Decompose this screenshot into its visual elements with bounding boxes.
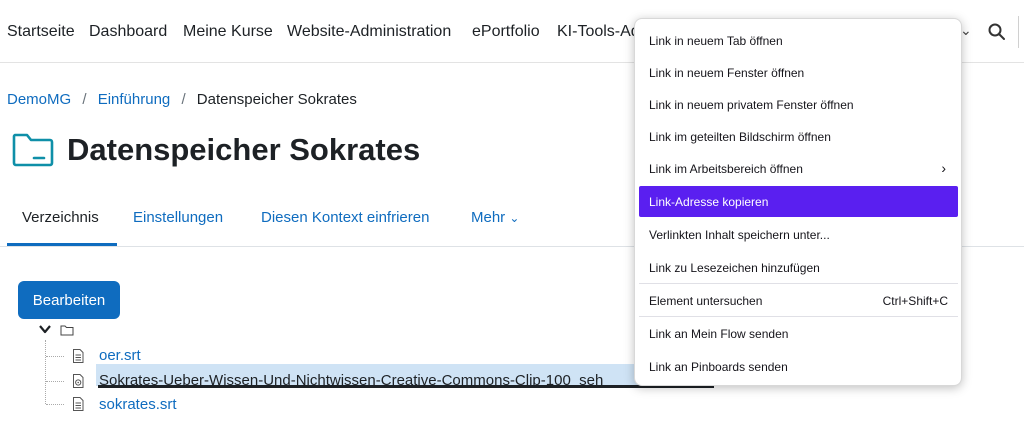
- menu-item-open-new-window[interactable]: Link in neuem Fenster öffnen: [639, 57, 958, 88]
- menu-item-copy-link[interactable]: Link-Adresse kopieren: [639, 186, 958, 217]
- tree-connector: [46, 404, 64, 405]
- menu-item-bookmark-link[interactable]: Link zu Lesezeichen hinzufügen: [639, 252, 958, 283]
- media-file-icon: [73, 374, 84, 388]
- breadcrumb-current: Datenspeicher Sokrates: [196, 91, 357, 108]
- menu-item-open-private-window[interactable]: Link in neuem privatem Fenster öffnen: [639, 89, 958, 120]
- menu-item-label: Element untersuchen: [649, 294, 763, 308]
- nav-item-startseite[interactable]: Startseite: [7, 23, 75, 41]
- chevron-down-icon[interactable]: [38, 322, 52, 336]
- search-icon[interactable]: [987, 22, 1007, 42]
- breadcrumb-link-demomg[interactable]: DemoMG: [7, 91, 71, 108]
- menu-item-shortcut: Ctrl+Shift+C: [882, 294, 948, 308]
- tree-connector: [46, 381, 64, 382]
- chevron-right-icon: ›: [941, 160, 946, 176]
- menu-item-label: Link im geteilten Bildschirm öffnen: [649, 130, 831, 144]
- menu-item-open-new-tab[interactable]: Link in neuem Tab öffnen: [639, 25, 958, 56]
- folder-icon: [12, 133, 54, 167]
- document-icon: [73, 349, 84, 363]
- menu-item-label: Link zu Lesezeichen hinzufügen: [649, 261, 820, 275]
- file-link-sokrates-srt[interactable]: sokrates.srt: [99, 396, 177, 413]
- menu-item-open-split-screen[interactable]: Link im geteilten Bildschirm öffnen: [639, 121, 958, 152]
- nav-item-ki-tools[interactable]: KI-Tools-Ad: [557, 23, 640, 41]
- menu-item-label: Link im Arbeitsbereich öffnen: [649, 162, 803, 176]
- nav-item-meine-kurse[interactable]: Meine Kurse: [183, 23, 273, 41]
- folder-icon: [60, 325, 74, 336]
- tree-connector: [46, 356, 64, 357]
- edit-button[interactable]: Bearbeiten: [18, 281, 120, 319]
- tab-einstellungen[interactable]: Einstellungen: [133, 209, 223, 226]
- menu-item-open-workspace[interactable]: Link im Arbeitsbereich öffnen ›: [639, 153, 958, 184]
- tab-diesen-kontext-einfrieren[interactable]: Diesen Kontext einfrieren: [261, 209, 429, 226]
- menu-item-label: Link an Pinboards senden: [649, 360, 788, 374]
- file-link-oer-srt[interactable]: oer.srt: [99, 347, 141, 364]
- nav-item-eportfolio[interactable]: ePortfolio: [472, 23, 540, 41]
- menu-item-save-linked-content[interactable]: Verlinkten Inhalt speichern unter...: [639, 219, 958, 250]
- tree-connector: [45, 340, 46, 404]
- menu-item-label: Link in neuem privatem Fenster öffnen: [649, 98, 854, 112]
- nav-item-dashboard[interactable]: Dashboard: [89, 23, 167, 41]
- menu-item-label: Verlinkten Inhalt speichern unter...: [649, 228, 830, 242]
- menu-item-send-to-pinboards[interactable]: Link an Pinboards senden: [639, 351, 958, 382]
- menu-item-send-to-flow[interactable]: Link an Mein Flow senden: [639, 318, 958, 349]
- context-menu: Link in neuem Tab öffnen Link in neuem F…: [634, 18, 962, 386]
- document-icon: [73, 397, 84, 411]
- menu-item-label: Link in neuem Fenster öffnen: [649, 66, 805, 80]
- page-title: Datenspeicher Sokrates: [67, 132, 421, 167]
- breadcrumb-separator: /: [181, 91, 186, 108]
- nav-divider: [1018, 16, 1019, 48]
- menu-separator: [639, 283, 958, 284]
- menu-separator: [639, 316, 958, 317]
- menu-item-label: Link in neuem Tab öffnen: [649, 34, 783, 48]
- active-tab-indicator: [7, 243, 117, 246]
- selected-row-underline: [98, 385, 714, 388]
- menu-item-label: Link-Adresse kopieren: [649, 195, 769, 209]
- breadcrumb: DemoMG / Einführung / Datenspeicher Sokr…: [7, 91, 357, 108]
- breadcrumb-separator: /: [82, 91, 87, 108]
- breadcrumb-link-einfuehrung[interactable]: Einführung: [98, 91, 171, 108]
- tab-mehr-label: Mehr: [471, 209, 506, 226]
- chevron-down-icon: ⌄: [509, 211, 520, 225]
- tab-mehr[interactable]: Mehr ⌄: [471, 209, 519, 226]
- nav-item-website-administration[interactable]: Website-Administration: [287, 23, 451, 41]
- tab-verzeichnis[interactable]: Verzeichnis: [22, 209, 99, 226]
- menu-item-label: Link an Mein Flow senden: [649, 327, 789, 341]
- menu-item-inspect-element[interactable]: Element untersuchen Ctrl+Shift+C: [639, 285, 958, 316]
